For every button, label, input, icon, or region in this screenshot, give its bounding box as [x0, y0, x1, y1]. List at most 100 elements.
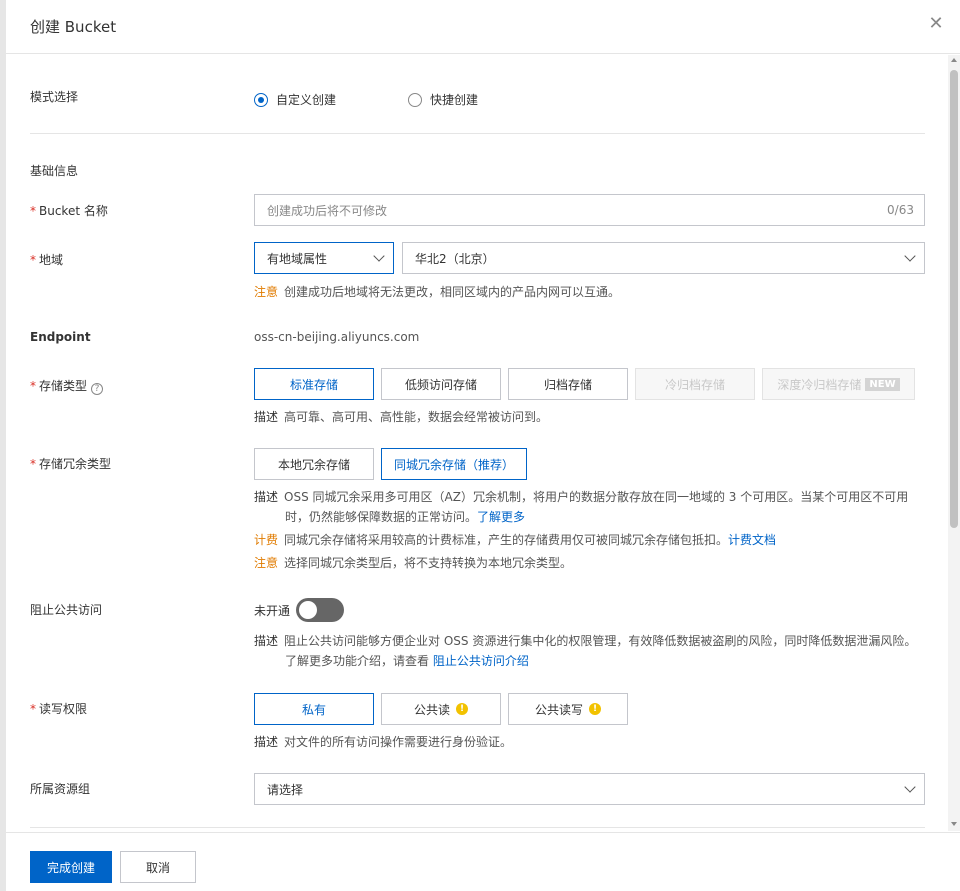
block-public-toggle[interactable]: 未开通: [254, 598, 345, 622]
chevron-down-icon: [904, 250, 916, 262]
redundancy-desc-line-1: 描述 OSS 同城冗余采用多可用区（AZ）冗余机制，将用户的数据分散存放在同一地域…: [254, 487, 934, 507]
redundancy-desc: 描述 OSS 同城冗余采用多可用区（AZ）冗余机制，将用户的数据分散存放在同一地域…: [254, 487, 934, 527]
required-mark: *: [30, 204, 36, 218]
scroll-down-icon[interactable]: [951, 822, 957, 826]
region-type-value: 有地域属性: [267, 251, 328, 266]
storage-class-archive[interactable]: 归档存储: [508, 368, 628, 400]
chevron-down-icon: [904, 781, 916, 793]
mode-radio-custom[interactable]: 自定义创建: [254, 91, 336, 108]
region-type-select[interactable]: 有地域属性: [254, 242, 394, 274]
note-tag: 注意: [254, 556, 279, 570]
region-note: 注意 创建成功后地域将无法更改，相同区域内的产品内网可以互通。: [254, 282, 620, 302]
chevron-down-icon: [373, 250, 385, 262]
block-public-label: 阻止公共访问: [30, 603, 103, 617]
billing-text: 同城冗余存储将采用较高的计费标准，产生的存储费用仅可被同城冗余存储包抵扣。: [284, 533, 729, 547]
redundancy-label-text: 存储冗余类型: [39, 457, 112, 471]
storage-class-desc: 描述 高可靠、高可用、高性能，数据会经常被访问到。: [254, 407, 548, 427]
billing-tag: 计费: [254, 533, 279, 547]
redundancy-note-text: 选择同城冗余类型后，将不支持转换为本地冗余类型。: [284, 556, 573, 570]
toggle-knob: [299, 601, 318, 619]
scroll-up-icon[interactable]: [951, 58, 957, 62]
resource-group-select[interactable]: 请选择: [254, 773, 925, 805]
storage-class-label: * 存储类型?: [30, 377, 104, 395]
block-public-desc-text-2: 了解更多功能介绍，请查看: [285, 654, 430, 668]
acl-desc-text: 对文件的所有访问操作需要进行身份验证。: [284, 735, 513, 749]
toggle-status: 未开通: [254, 603, 291, 618]
warning-icon: !: [589, 703, 601, 715]
help-icon[interactable]: ?: [91, 383, 104, 395]
mode-radio-quick[interactable]: 快捷创建: [408, 91, 478, 108]
section-heading-basic-info: 基础信息: [30, 164, 79, 178]
redundancy-desc-line-2: 时，仍然能够保障数据的正常访问。了解更多: [254, 507, 934, 527]
endpoint-label: Endpoint: [30, 330, 91, 344]
desc-tag: 描述: [254, 490, 279, 504]
redundancy-label: * 存储冗余类型: [30, 455, 111, 472]
storage-class-label-text: 存储类型: [39, 379, 88, 393]
storage-class-deep-cold-archive: 深度冷归档存储 NEW: [762, 368, 915, 400]
toggle-track: [296, 598, 345, 622]
cancel-button[interactable]: 取消: [120, 851, 196, 883]
bucket-name-input[interactable]: 创建成功后将不可修改 0/63: [254, 194, 925, 226]
required-mark: *: [30, 379, 36, 393]
acl-public-read-write[interactable]: 公共读写 !: [508, 693, 628, 725]
new-badge: NEW: [865, 377, 900, 391]
radio-unchecked-icon: [408, 92, 422, 107]
redundancy-billing: 计费 同城冗余存储将采用较高的计费标准，产生的存储费用仅可被同城冗余存储包抵扣。计…: [254, 530, 776, 550]
block-public-desc-line-1: 描述 阻止公共访问能够方便企业对 OSS 资源进行集中化的权限管理，有效降低数据被…: [254, 631, 934, 651]
storage-class-ia[interactable]: 低频访问存储: [381, 368, 501, 400]
learn-more-link[interactable]: 了解更多: [477, 510, 525, 524]
close-icon[interactable]: ✕: [928, 14, 944, 34]
region-note-text: 创建成功后地域将无法更改，相同区域内的产品内网可以互通。: [284, 285, 621, 299]
note-tag: 注意: [254, 285, 279, 299]
bucket-name-label: * Bucket 名称: [30, 202, 108, 219]
redundancy-note: 注意 选择同城冗余类型后，将不支持转换为本地冗余类型。: [254, 553, 572, 573]
block-public-intro-link[interactable]: 阻止公共访问介绍: [433, 654, 529, 668]
dialog-header: 创建 Bucket ✕: [6, 0, 960, 54]
acl-label-text: 读写权限: [39, 702, 88, 716]
submit-button[interactable]: 完成创建: [30, 851, 112, 883]
divider: [30, 133, 925, 134]
desc-tag: 描述: [254, 735, 279, 749]
dialog-body[interactable]: 模式选择 自定义创建 快捷创建 基础信息 * Bucket 名称 创建成功后将不可…: [6, 55, 948, 831]
region-label: * 地域: [30, 251, 63, 268]
block-public-desc: 描述 阻止公共访问能够方便企业对 OSS 资源进行集中化的权限管理，有效降低数据被…: [254, 631, 934, 671]
acl-public-read-write-label: 公共读写: [534, 702, 583, 717]
storage-class-desc-text: 高可靠、高可用、高性能，数据会经常被访问到。: [284, 410, 549, 424]
acl-desc: 描述 对文件的所有访问操作需要进行身份验证。: [254, 732, 512, 752]
region-select[interactable]: 华北2（北京）: [402, 242, 925, 274]
block-public-desc-line-2: 了解更多功能介绍，请查看 阻止公共访问介绍: [254, 651, 934, 671]
bucket-name-label-text: Bucket 名称: [39, 204, 108, 218]
bucket-name-placeholder: 创建成功后将不可修改: [267, 203, 388, 218]
acl-public-read-label: 公共读: [413, 702, 450, 717]
bucket-name-char-count: 0/63: [887, 203, 914, 217]
acl-label: * 读写权限: [30, 700, 87, 717]
redundancy-zrs[interactable]: 同城冗余存储（推荐）: [381, 448, 527, 480]
redundancy-desc-text-1: OSS 同城冗余采用多可用区（AZ）冗余机制，将用户的数据分散存放在同一地域的 …: [284, 490, 909, 504]
deep-cold-archive-label: 深度冷归档存储: [777, 377, 862, 392]
block-public-desc-text-1: 阻止公共访问能够方便企业对 OSS 资源进行集中化的权限管理，有效降低数据被盗刷…: [284, 634, 917, 648]
dialog-footer: 完成创建 取消: [6, 832, 960, 891]
resource-group-placeholder: 请选择: [267, 782, 304, 797]
divider: [30, 827, 925, 828]
resource-group-label: 所属资源组: [30, 782, 91, 796]
region-value: 华北2（北京）: [415, 251, 495, 266]
radio-checked-icon: [254, 92, 268, 107]
required-mark: *: [30, 457, 36, 471]
mode-label: 模式选择: [30, 90, 79, 104]
storage-class-cold-archive: 冷归档存储: [635, 368, 755, 400]
acl-public-read[interactable]: 公共读 !: [381, 693, 501, 725]
mode-radio-quick-label: 快捷创建: [430, 93, 479, 107]
storage-class-standard[interactable]: 标准存储: [254, 368, 374, 400]
dialog-title: 创建 Bucket: [30, 18, 117, 36]
billing-doc-link[interactable]: 计费文档: [728, 533, 776, 547]
redundancy-desc-text-2: 时，仍然能够保障数据的正常访问。: [285, 510, 478, 524]
acl-private[interactable]: 私有: [254, 693, 374, 725]
scroll-thumb[interactable]: [950, 70, 958, 528]
redundancy-lrs[interactable]: 本地冗余存储: [254, 448, 374, 480]
required-mark: *: [30, 702, 36, 716]
warning-icon: !: [456, 703, 468, 715]
endpoint-value: oss-cn-beijing.aliyuncs.com: [254, 330, 420, 344]
desc-tag: 描述: [254, 410, 279, 424]
desc-tag: 描述: [254, 634, 279, 648]
region-label-text: 地域: [39, 253, 64, 267]
